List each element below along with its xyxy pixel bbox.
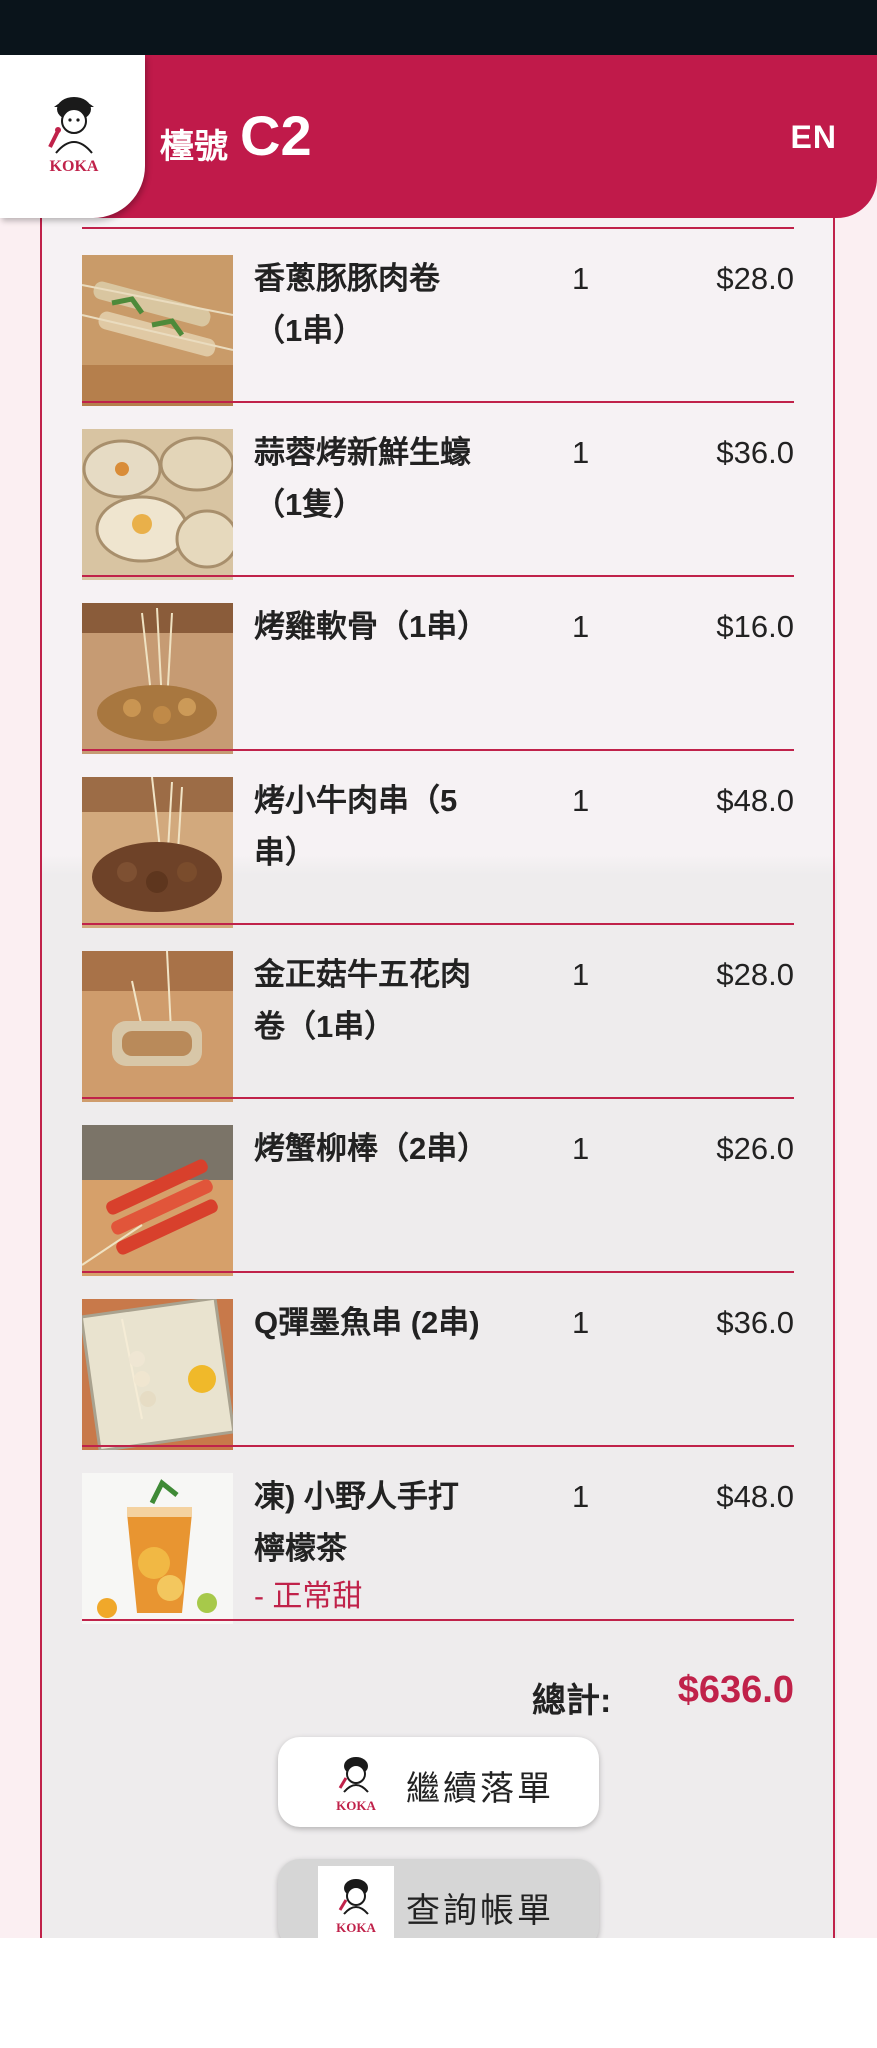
item-option-note: - 正常甜 xyxy=(254,1580,363,1613)
item-quantity: 1 xyxy=(572,261,590,296)
item-name: 烤雞軟骨（1串） xyxy=(254,601,504,653)
list-item[interactable]: 金正菇牛五花肉 卷（1串） 1 $28.0 xyxy=(82,925,794,1102)
item-name-line1: 烤蟹柳棒（2串） xyxy=(254,1131,489,1166)
table-label: 檯號 xyxy=(160,128,228,166)
item-quantity: 1 xyxy=(572,957,590,992)
item-name-line1: 香蔥豚豚肉卷 xyxy=(254,261,440,296)
item-price: $48.0 xyxy=(716,783,794,818)
item-name-line2: 卷（1串） xyxy=(254,1009,396,1044)
item-price: $36.0 xyxy=(716,1305,794,1340)
item-name-line2: 串） xyxy=(254,835,316,870)
svg-text:KOKA: KOKA xyxy=(336,1798,376,1813)
item-quantity: 1 xyxy=(572,609,590,644)
item-name: 烤蟹柳棒（2串） xyxy=(254,1123,504,1175)
app-header: KOKA 檯號 C2 EN xyxy=(0,55,877,218)
item-photo xyxy=(82,1473,233,1624)
item-photo xyxy=(82,603,233,754)
app-screen: 香蔥豚豚肉卷 （1串） 1 $28.0 蒜蓉烤新鮮生蠔 （1隻） 1 $36.0 xyxy=(0,55,877,1938)
item-name: 凍) 小野人手打 檸檬茶 xyxy=(254,1471,504,1575)
item-quantity: 1 xyxy=(572,1305,590,1340)
item-name: 香蔥豚豚肉卷 （1串） xyxy=(254,253,504,357)
total-amount: $636.0 xyxy=(677,1669,794,1711)
language-toggle-button[interactable]: EN xyxy=(791,119,837,156)
item-name-line1: 烤小牛肉串（5 xyxy=(254,783,458,818)
view-bill-label: 查詢帳單 xyxy=(406,1892,554,1930)
item-name-line1: 蒜蓉烤新鮮生蠔 xyxy=(254,435,471,470)
item-name-line1: 烤雞軟骨（1串） xyxy=(254,609,489,644)
koka-logo-icon: KOKA xyxy=(318,1744,394,1820)
item-quantity: 1 xyxy=(572,783,590,818)
item-photo xyxy=(82,951,233,1102)
table-number: C2 xyxy=(240,104,312,167)
item-quantity: 1 xyxy=(572,1131,590,1166)
item-quantity: 1 xyxy=(572,1479,590,1514)
view-bill-button[interactable]: KOKA 查詢帳單 xyxy=(278,1859,599,1938)
right-margin xyxy=(837,55,877,1938)
item-photo xyxy=(82,1299,233,1450)
item-price: $36.0 xyxy=(716,435,794,470)
total-label: 總計: xyxy=(532,1682,612,1720)
item-name: 金正菇牛五花肉 卷（1串） xyxy=(254,949,504,1053)
list-item[interactable]: 烤小牛肉串（5 串） 1 $48.0 xyxy=(82,751,794,928)
bottom-area xyxy=(0,1938,877,2048)
list-item[interactable]: 香蔥豚豚肉卷 （1串） 1 $28.0 xyxy=(82,229,794,406)
status-bar xyxy=(0,0,877,55)
item-name-line1: 凍) 小野人手打 xyxy=(254,1479,459,1514)
item-quantity: 1 xyxy=(572,435,590,470)
item-price: $28.0 xyxy=(716,261,794,296)
list-item[interactable]: 烤蟹柳棒（2串） 1 $26.0 xyxy=(82,1099,794,1276)
item-name-line2: （1隻） xyxy=(254,487,365,522)
item-price: $48.0 xyxy=(716,1479,794,1514)
item-name: 烤小牛肉串（5 串） xyxy=(254,775,504,879)
continue-order-label: 繼續落單 xyxy=(406,1770,554,1808)
list-item[interactable]: 烤雞軟骨（1串） 1 $16.0 xyxy=(82,577,794,754)
left-margin xyxy=(0,55,40,1938)
svg-text:KOKA: KOKA xyxy=(336,1920,376,1935)
list-item[interactable]: Q彈墨魚串 (2串) 1 $36.0 xyxy=(82,1273,794,1450)
item-name-line1: 金正菇牛五花肉 xyxy=(254,957,471,992)
item-name-line2: （1串） xyxy=(254,313,365,348)
item-price: $16.0 xyxy=(716,609,794,644)
item-name-line1: Q彈墨魚串 (2串) xyxy=(254,1305,480,1340)
item-price: $28.0 xyxy=(716,957,794,992)
item-photo xyxy=(82,255,233,406)
koka-logo-icon: KOKA xyxy=(318,1866,394,1938)
svg-text:KOKA: KOKA xyxy=(50,158,99,175)
item-name-line2: 檸檬茶 xyxy=(254,1531,347,1566)
item-photo xyxy=(82,1125,233,1276)
item-name: 蒜蓉烤新鮮生蠔 （1隻） xyxy=(254,427,504,531)
list-item[interactable]: 蒜蓉烤新鮮生蠔 （1隻） 1 $36.0 xyxy=(82,403,794,580)
divider xyxy=(82,1619,794,1621)
item-photo xyxy=(82,777,233,928)
list-item[interactable]: 凍) 小野人手打 檸檬茶 - 正常甜 1 $48.0 xyxy=(82,1447,794,1624)
item-name: Q彈墨魚串 (2串) xyxy=(254,1297,504,1349)
restaurant-logo[interactable]: KOKA xyxy=(0,55,145,218)
continue-order-button[interactable]: KOKA 繼續落單 xyxy=(278,1737,599,1827)
item-price: $26.0 xyxy=(716,1131,794,1166)
item-photo xyxy=(82,429,233,580)
